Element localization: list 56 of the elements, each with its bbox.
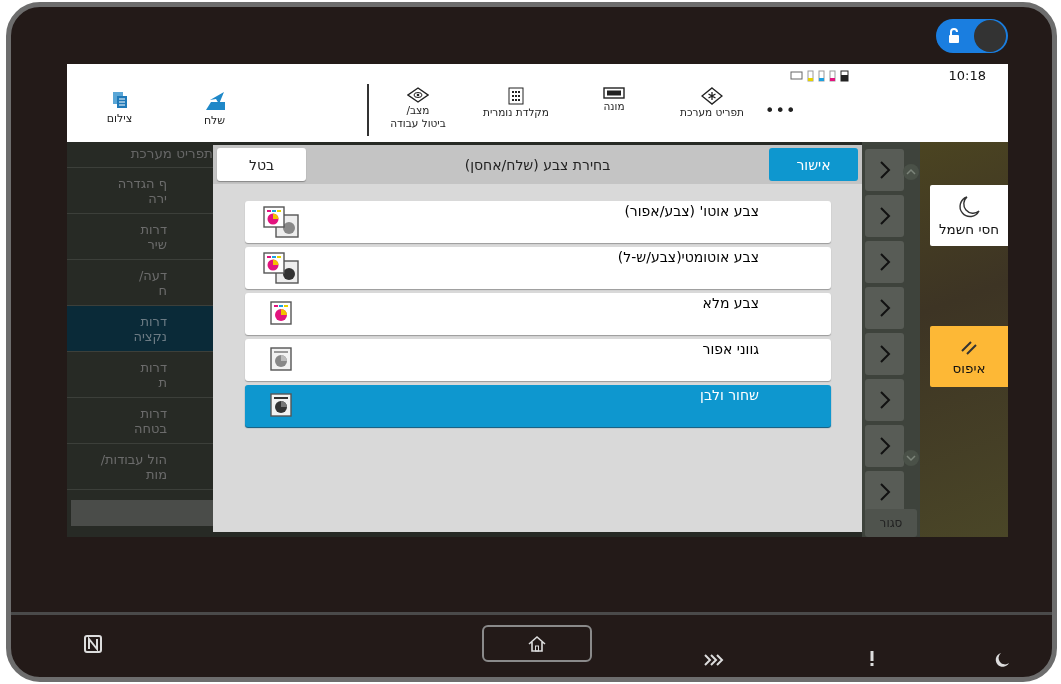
chevron-icon	[878, 482, 891, 502]
home-icon	[527, 634, 547, 653]
color-option[interactable]: גווני אפור	[245, 339, 831, 381]
chevron-icon	[878, 298, 891, 318]
chevron-button[interactable]	[865, 333, 904, 375]
more-button[interactable]: •••	[761, 86, 801, 120]
chevron-button[interactable]	[865, 195, 904, 237]
toner-icon	[817, 69, 825, 82]
chevron-icon	[878, 160, 891, 180]
color-option[interactable]: צבע אוטו' (צבע/אפור)	[245, 201, 831, 243]
scroll-down-icon[interactable]	[903, 450, 919, 466]
chevron-button[interactable]	[865, 287, 904, 329]
toolbar-button[interactable]: מונה	[565, 77, 663, 129]
counter-icon	[603, 87, 625, 99]
toolbar-button[interactable]: תפריט מערכת	[663, 77, 761, 129]
clock-time: 10:18	[948, 68, 986, 83]
chevron-button[interactable]	[865, 241, 904, 283]
document-icon	[270, 393, 292, 417]
chevron-icon	[878, 206, 891, 226]
cancel-button[interactable]: בטל	[217, 148, 306, 181]
chevron-icon	[878, 252, 891, 272]
unlock-icon	[946, 27, 962, 44]
processing-icon	[703, 653, 725, 667]
chevron-button[interactable]	[865, 149, 904, 191]
scroll-up-icon[interactable]	[903, 164, 919, 180]
attention-icon	[869, 651, 875, 667]
settings-icon	[701, 87, 723, 105]
color-option[interactable]: צבע אוטומטי(צבע/ש-ל)	[245, 247, 831, 289]
toolbar-button[interactable]: מצב/ ביטול עבודה	[369, 77, 467, 129]
toner-icon	[828, 69, 836, 82]
document-pair-icon	[263, 206, 301, 238]
document-pair-icon	[263, 252, 301, 284]
side-button[interactable]: חסי חשמל	[930, 185, 1008, 246]
chevron-icon	[878, 344, 891, 364]
lock-toggle[interactable]	[936, 18, 1008, 53]
side-button[interactable]: איפוס	[930, 326, 1008, 387]
chevron-icon	[878, 390, 891, 410]
chevron-button[interactable]	[865, 379, 904, 421]
home-button[interactable]	[482, 625, 592, 662]
cast-icon	[789, 71, 803, 80]
document-icon	[270, 347, 292, 371]
toner-icon	[839, 69, 849, 82]
sleep-icon	[994, 652, 1010, 668]
toolbar-button[interactable]: שלח	[192, 79, 237, 127]
toolbar-button[interactable]: צילום	[97, 79, 142, 127]
toner-icon	[806, 69, 814, 82]
chevron-button[interactable]	[865, 425, 904, 467]
toolbar-button[interactable]: מקלדת נומרית	[467, 77, 565, 129]
eye-icon	[407, 87, 429, 103]
keypad-icon	[508, 87, 524, 105]
dialog-title: בחירת צבע (שלח/אחסן)	[464, 156, 611, 173]
color-document-icon	[270, 301, 292, 325]
chevron-icon	[878, 436, 891, 456]
nfc-icon	[84, 635, 102, 653]
moon-icon	[957, 194, 981, 219]
color-option[interactable]: צבע מלא	[245, 293, 831, 335]
